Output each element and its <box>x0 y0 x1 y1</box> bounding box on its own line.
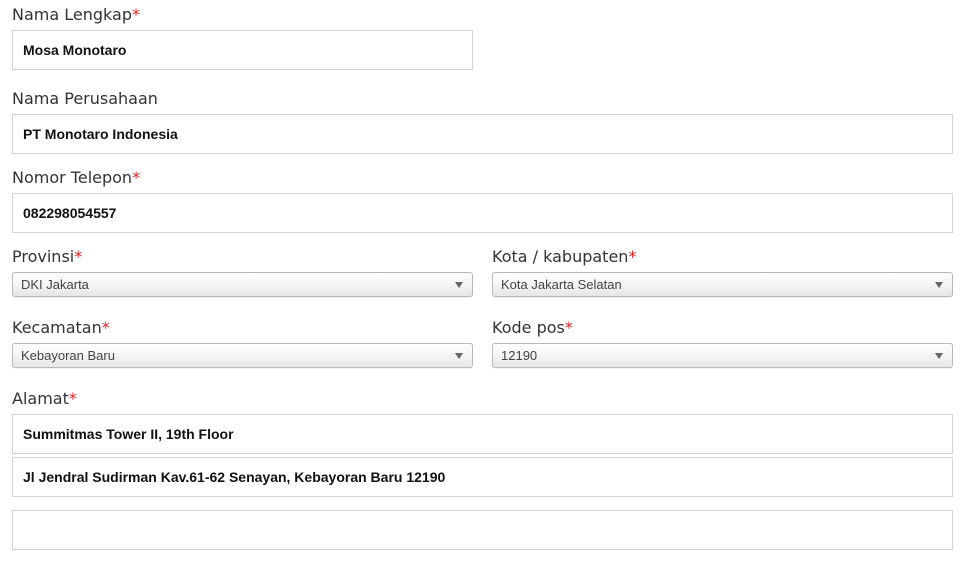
nomor-telepon-label-text: Nomor Telepon <box>12 168 133 187</box>
alamat-line3-input[interactable] <box>12 510 953 550</box>
alamat-line1-input[interactable]: Summitmas Tower II, 19th Floor <box>12 414 953 454</box>
required-mark: * <box>74 247 83 266</box>
nama-perusahaan-input[interactable]: PT Monotaro Indonesia <box>12 114 953 154</box>
provinsi-label-text: Provinsi <box>12 247 75 266</box>
nama-perusahaan-label-text: Nama Perusahaan <box>12 89 158 108</box>
kecamatan-label-text: Kecamatan <box>12 318 102 337</box>
kota-label-text: Kota / kabupaten <box>492 247 629 266</box>
kota-select[interactable]: Kota Jakarta Selatan <box>492 272 953 297</box>
alamat-label-text: Alamat <box>12 389 69 408</box>
provinsi-label: Provinsi* <box>12 247 82 267</box>
provinsi-selected-value: DKI Jakarta <box>21 277 89 292</box>
nama-perusahaan-label: Nama Perusahaan <box>12 89 158 109</box>
required-mark: * <box>131 5 140 24</box>
required-mark: * <box>628 247 637 266</box>
kota-label: Kota / kabupaten* <box>492 247 636 267</box>
required-mark: * <box>101 318 110 337</box>
chevron-down-icon <box>935 353 943 359</box>
nomor-telepon-input[interactable]: 082298054557 <box>12 193 953 233</box>
kode-pos-select[interactable]: 12190 <box>492 343 953 368</box>
alamat-label: Alamat* <box>12 389 77 409</box>
kode-pos-label: Kode pos* <box>492 318 573 338</box>
required-mark: * <box>68 389 77 408</box>
kode-pos-label-text: Kode pos <box>492 318 565 337</box>
kota-selected-value: Kota Jakarta Selatan <box>501 277 622 292</box>
kode-pos-selected-value: 12190 <box>501 348 538 363</box>
chevron-down-icon <box>935 282 943 288</box>
chevron-down-icon <box>455 353 463 359</box>
nama-lengkap-label: Nama Lengkap* <box>12 5 140 25</box>
provinsi-select[interactable]: DKI Jakarta <box>12 272 473 297</box>
kecamatan-select[interactable]: Kebayoran Baru <box>12 343 473 368</box>
nama-lengkap-label-text: Nama Lengkap <box>12 5 132 24</box>
required-mark: * <box>564 318 573 337</box>
chevron-down-icon <box>455 282 463 288</box>
alamat-line2-input[interactable]: Jl Jendral Sudirman Kav.61-62 Senayan, K… <box>12 457 953 497</box>
nomor-telepon-label: Nomor Telepon* <box>12 168 140 188</box>
kecamatan-label: Kecamatan* <box>12 318 110 338</box>
nama-lengkap-input[interactable]: Mosa Monotaro <box>12 30 473 70</box>
required-mark: * <box>132 168 141 187</box>
kecamatan-selected-value: Kebayoran Baru <box>21 348 115 363</box>
